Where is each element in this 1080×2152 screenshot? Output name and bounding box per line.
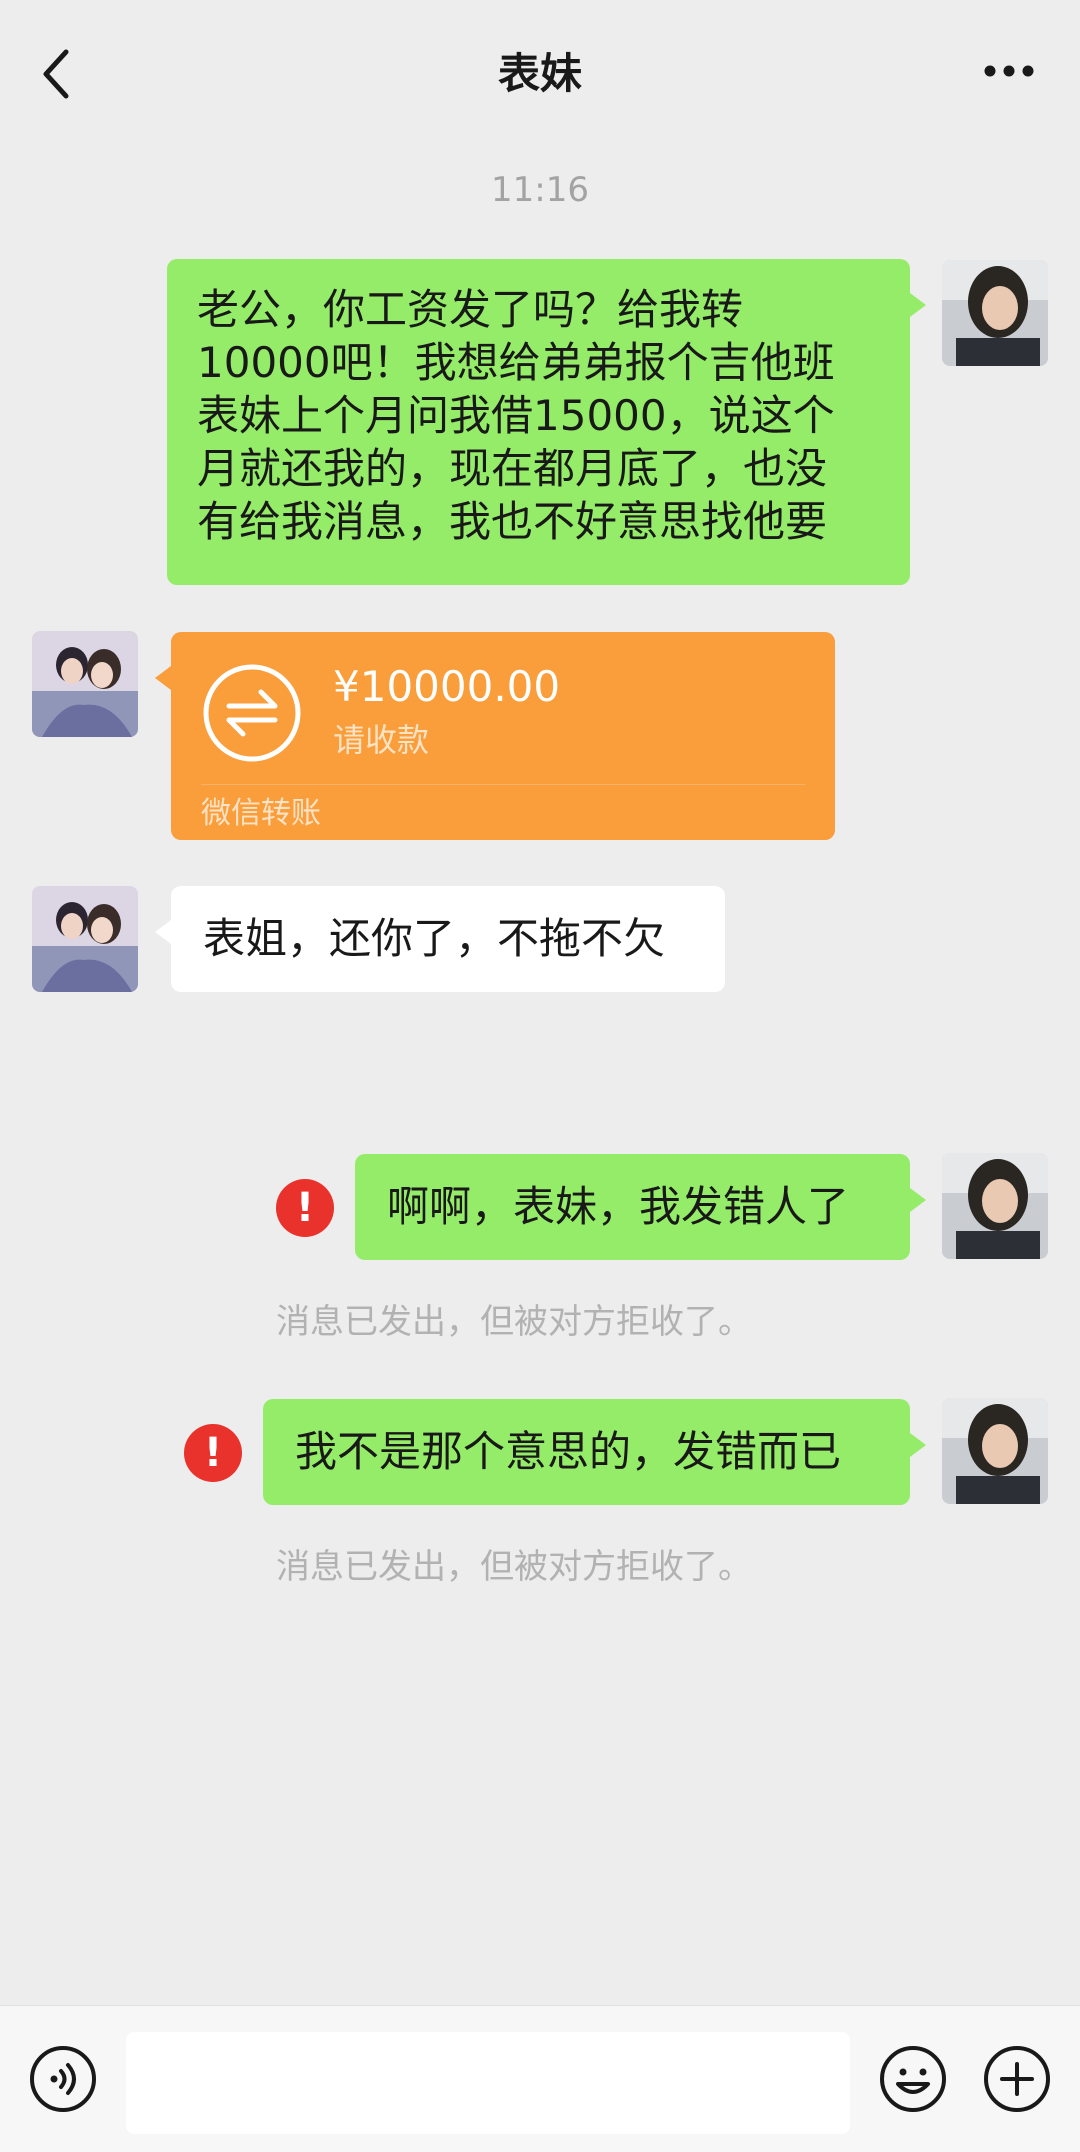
my-avatar[interactable] [942,260,1048,366]
contact-avatar[interactable] [32,886,138,992]
contact-message-bubble[interactable]: 表姐，还你了，不拖不欠 [155,886,725,992]
message-line: 10000吧！我想给弟弟报个吉他班 [197,338,835,387]
message-input[interactable] [126,2032,850,2134]
chat-title: 表妹 [497,49,582,98]
transfer-card[interactable]: ¥10000.00 请收款 微信转账 [155,632,835,840]
my-avatar[interactable] [942,1153,1048,1259]
system-note: 消息已发出，但被对方拒收了。 [276,1547,752,1587]
contact-avatar[interactable] [32,631,138,737]
chat-timestamp: 11:16 [491,170,589,210]
plus-icon [984,2046,1050,2112]
voice-button[interactable] [28,2044,98,2114]
plus-button[interactable] [982,2044,1052,2114]
system-note: 消息已发出，但被对方拒收了。 [276,1302,752,1342]
message-line: 表妹上个月问我借15000，说这个 [197,391,835,440]
transfer-status: 请收款 [333,721,430,759]
message-line: 月就还我的，现在都月底了，也没 [197,444,828,493]
transfer-footer: 微信转账 [201,796,321,831]
my-message-bubble[interactable]: 老公，你工资发了吗？给我转 10000吧！我想给弟弟报个吉他班 表妹上个月问我借… [167,259,926,585]
voice-icon [30,2046,96,2112]
message-text: 我不是那个意思的，发错而已 [295,1427,842,1476]
message-line: 老公，你工资发了吗？给我转 [197,285,744,334]
input-bar [0,2005,1080,2152]
emoji-button[interactable] [878,2044,948,2114]
emoji-icon [880,2046,946,2112]
message-line: 有给我消息，我也不好意思找他要 [197,497,828,546]
send-failed-icon[interactable] [276,1179,334,1237]
transfer-divider [201,784,805,785]
more-horizontal-icon [984,65,1034,77]
transfer-amount: ¥10000.00 [333,662,561,711]
transfer-arrows-icon [203,664,301,762]
more-button[interactable] [984,56,1034,86]
message-text: 表姐，还你了，不拖不欠 [203,914,666,963]
top-bar: 表妹 [0,0,1080,150]
my-message-bubble[interactable]: 啊啊，表妹，我发错人了 [355,1154,926,1260]
my-message-bubble[interactable]: 我不是那个意思的，发错而已 [263,1399,926,1505]
message-text: 啊啊，表妹，我发错人了 [387,1182,850,1231]
send-failed-icon[interactable] [184,1424,242,1482]
my-avatar[interactable] [942,1398,1048,1504]
